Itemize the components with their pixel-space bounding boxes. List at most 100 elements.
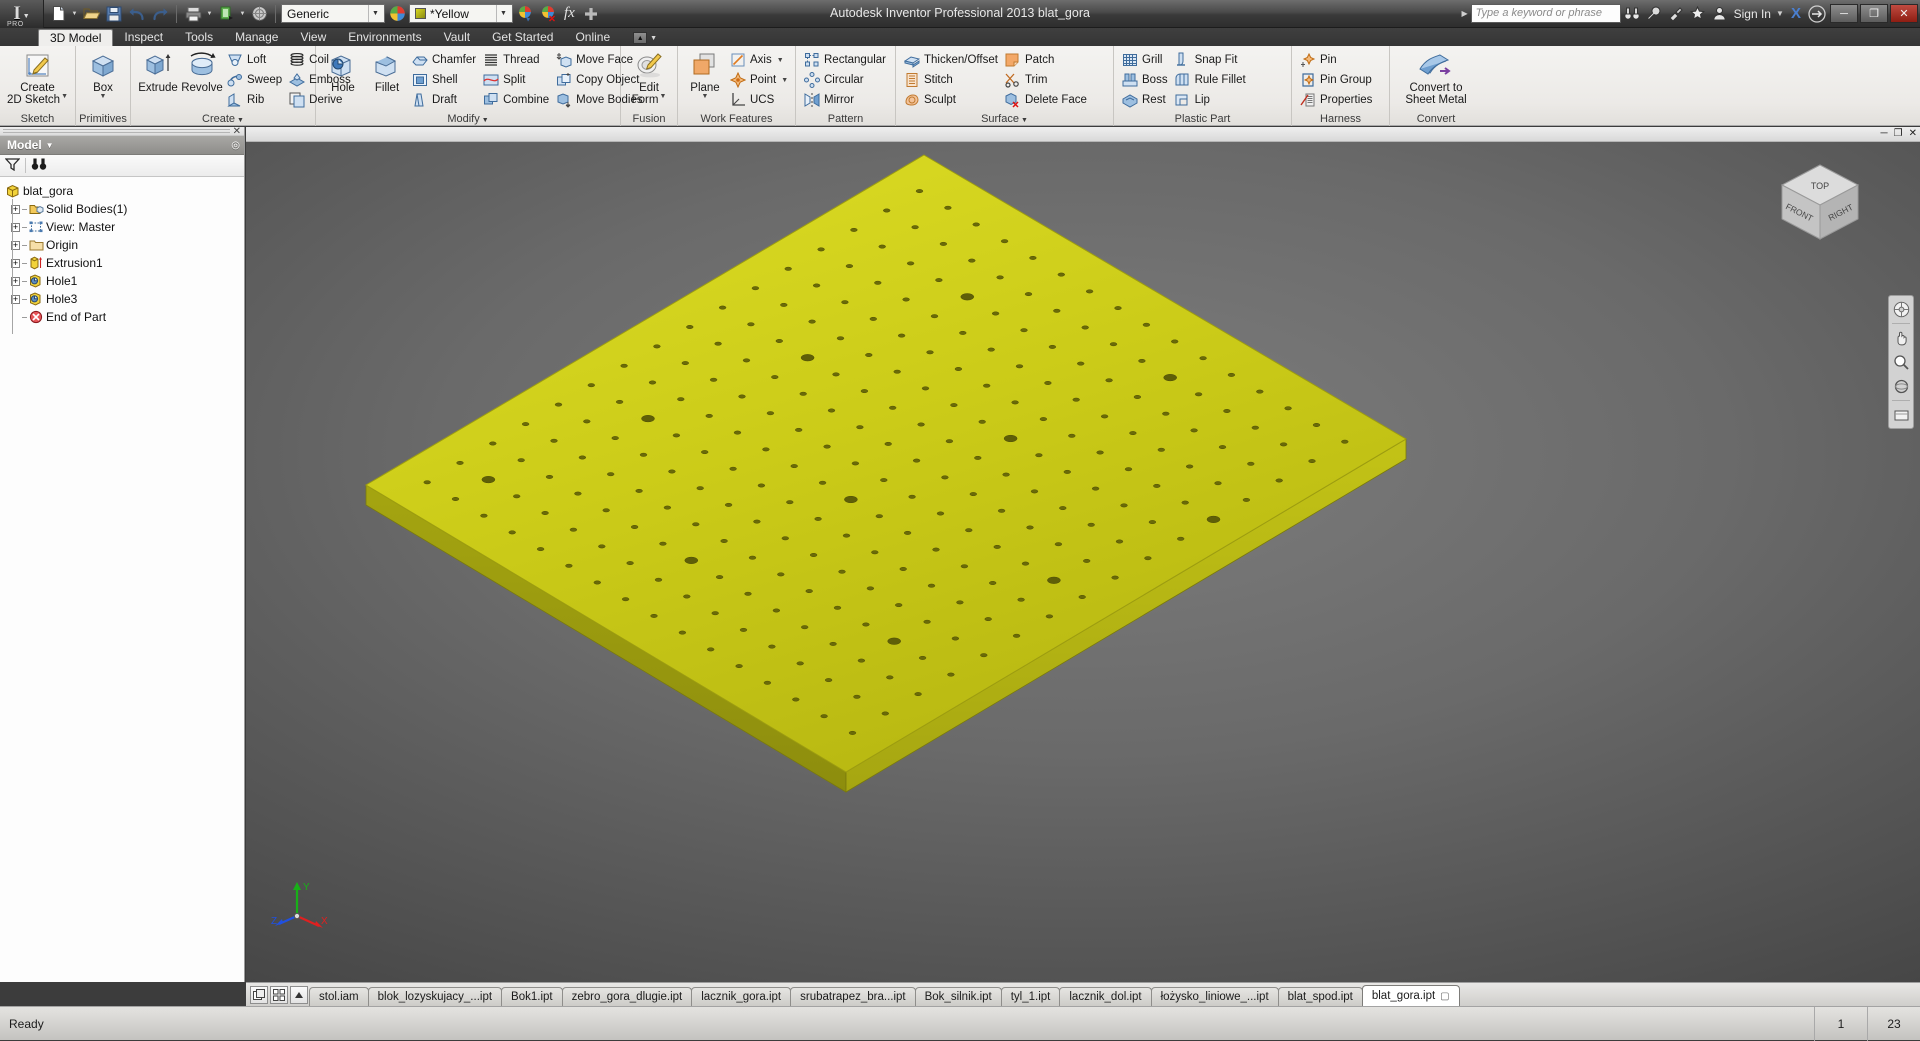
- print-icon[interactable]: [182, 3, 204, 25]
- tree-item-blat-gora[interactable]: blat_gora: [4, 182, 244, 200]
- box-button[interactable]: Box ▼: [81, 49, 125, 100]
- edit-form-button[interactable]: Edit Form ▼: [627, 49, 671, 106]
- chevron-down-icon[interactable]: ▼: [205, 11, 214, 17]
- chevron-down-icon[interactable]: ▼: [777, 57, 784, 64]
- pan-icon[interactable]: [1891, 328, 1911, 348]
- tab-manage[interactable]: Manage: [224, 29, 289, 46]
- create-2d-sketch-button[interactable]: Create 2D Sketch ▼: [5, 49, 70, 106]
- model-perforated-plate[interactable]: [246, 127, 1920, 982]
- customize-plus-icon[interactable]: [580, 3, 602, 25]
- combine-button[interactable]: Combine: [480, 90, 553, 110]
- chevron-down-icon[interactable]: ▼: [482, 117, 489, 124]
- thicken-offset-button[interactable]: Thicken/Offset: [901, 50, 1002, 70]
- delete-face-button[interactable]: Delete Face: [1002, 90, 1091, 110]
- tab-tools[interactable]: Tools: [174, 29, 224, 46]
- tree-item-view-master[interactable]: + View: Master: [4, 218, 244, 236]
- model-tree[interactable]: blat_gora + Solid Bodies(1) + View: Mast…: [0, 177, 244, 982]
- look-at-icon[interactable]: [1891, 405, 1911, 425]
- chamfer-button[interactable]: Chamfer: [409, 50, 480, 70]
- chevron-down-icon[interactable]: ▼: [659, 93, 666, 100]
- tile-windows-icon[interactable]: [250, 986, 268, 1004]
- thread-button[interactable]: Thread: [480, 50, 553, 70]
- sculpt-button[interactable]: Sculpt: [901, 90, 1002, 110]
- material-browser-icon[interactable]: [386, 3, 408, 25]
- doc-tab-blat-spod[interactable]: blat_spod.ipt: [1277, 987, 1363, 1006]
- 3d-viewport[interactable]: ─ ❐ ✕ TOP FRONT RIGHT Y X Z: [246, 127, 1920, 982]
- tab-inspect[interactable]: Inspect: [113, 29, 174, 46]
- boss-button[interactable]: Boss: [1119, 70, 1172, 90]
- chevron-down-icon[interactable]: ▼: [238, 11, 247, 17]
- clear-appearance-icon[interactable]: [537, 3, 559, 25]
- restore-button[interactable]: ❐: [1860, 4, 1888, 23]
- full-navigation-wheel-icon[interactable]: [1891, 299, 1911, 319]
- browser-header[interactable]: Model ▼ ◎: [0, 136, 244, 155]
- mirror-button[interactable]: Mirror: [801, 90, 890, 110]
- close-icon[interactable]: ✕: [233, 126, 241, 137]
- navigation-bar[interactable]: [1888, 295, 1914, 429]
- rectangular-pattern-button[interactable]: Rectangular: [801, 50, 890, 70]
- pin-group-button[interactable]: Pin Group: [1297, 70, 1376, 90]
- open-folder-icon[interactable]: [80, 3, 102, 25]
- minimize-button[interactable]: ─: [1830, 4, 1858, 23]
- loft-button[interactable]: Loft: [224, 50, 286, 70]
- chevron-down-icon[interactable]: ▼: [70, 11, 79, 17]
- tab-environments[interactable]: Environments: [337, 29, 432, 46]
- tab-view[interactable]: View: [289, 29, 337, 46]
- trim-button[interactable]: Trim: [1002, 70, 1091, 90]
- undo-icon[interactable]: [126, 3, 148, 25]
- wrench-icon[interactable]: [1643, 3, 1665, 25]
- filter-icon[interactable]: [4, 157, 21, 174]
- chevron-down-icon[interactable]: ▼: [496, 5, 510, 22]
- tree-item-end-of-part[interactable]: End of Part: [4, 308, 244, 326]
- material-sphere-icon[interactable]: [248, 3, 270, 25]
- browser-help-icon[interactable]: ◎: [231, 140, 240, 151]
- properties-button[interactable]: Properties: [1297, 90, 1376, 110]
- satellite-icon[interactable]: [1665, 3, 1687, 25]
- chevron-down-icon[interactable]: ▼: [61, 93, 68, 100]
- save-icon[interactable]: [103, 3, 125, 25]
- doc-tab-lacznik-gora[interactable]: lacznik_gora.ipt: [691, 987, 792, 1006]
- exchange-icon[interactable]: [1806, 3, 1828, 25]
- browser-grip[interactable]: ✕: [0, 126, 244, 137]
- doc-tab-bok-silnik[interactable]: Bok_silnik.ipt: [914, 987, 1002, 1006]
- doc-tab-blat-gora[interactable]: blat_gora.ipt ▢: [1361, 985, 1460, 1006]
- sweep-button[interactable]: Sweep: [224, 70, 286, 90]
- autodesk-exchange-mark[interactable]: X: [1786, 5, 1806, 22]
- axis-button[interactable]: Axis ▼: [727, 50, 792, 70]
- chevron-down-icon[interactable]: ▼: [781, 77, 788, 84]
- chevron-down-icon[interactable]: ▼: [702, 93, 709, 100]
- chevron-right-icon[interactable]: ▶: [1459, 9, 1471, 18]
- redo-icon[interactable]: [149, 3, 171, 25]
- plane-button[interactable]: Plane ▼: [683, 49, 727, 100]
- pin-button[interactable]: Pin: [1297, 50, 1376, 70]
- star-icon[interactable]: [1687, 3, 1709, 25]
- circular-pattern-button[interactable]: Circular: [801, 70, 890, 90]
- quick-access-toolbar[interactable]: ▼ ▼ ▼ Generic ▼ *Yellow ▼ fx: [44, 0, 605, 28]
- hole-button[interactable]: Hole: [321, 49, 365, 94]
- stitch-button[interactable]: Stitch: [901, 70, 1002, 90]
- chevron-up-icon[interactable]: ▲: [633, 32, 648, 44]
- tab-3d-model[interactable]: 3D Model: [38, 29, 114, 46]
- doc-tab-tyl-1[interactable]: tyl_1.ipt: [1000, 987, 1061, 1006]
- binoculars-icon[interactable]: [31, 157, 47, 174]
- scroll-up-icon[interactable]: [290, 986, 308, 1004]
- adjust-appearance-icon[interactable]: [514, 3, 536, 25]
- doc-tab-zebro-gora-dlugie[interactable]: zebro_gora_dlugie.ipt: [561, 987, 693, 1006]
- tab-vault[interactable]: Vault: [433, 29, 481, 46]
- application-menu-button[interactable]: I PRO ▼: [0, 0, 44, 28]
- view-cube[interactable]: TOP FRONT RIGHT: [1772, 157, 1868, 253]
- chevron-down-icon[interactable]: ▼: [1774, 9, 1786, 18]
- doc-tab-lacznik-dol[interactable]: lacznik_dol.ipt: [1059, 987, 1152, 1006]
- ribbon-minimize-control[interactable]: ▲ ▼: [633, 32, 657, 46]
- orbit-icon[interactable]: [1891, 376, 1911, 396]
- chevron-down-icon[interactable]: ▼: [368, 5, 382, 22]
- appearance-combo[interactable]: *Yellow ▼: [409, 4, 513, 23]
- extrude-button[interactable]: Extrude: [136, 49, 180, 94]
- shell-button[interactable]: Shell: [409, 70, 480, 90]
- snap-fit-button[interactable]: Snap Fit: [1172, 50, 1250, 70]
- tree-item-extrusion1[interactable]: + Extrusion1: [4, 254, 244, 272]
- rib-button[interactable]: Rib: [224, 90, 286, 110]
- ucs-button[interactable]: UCS: [727, 90, 792, 110]
- tab-online[interactable]: Online: [564, 29, 621, 46]
- material-combo[interactable]: Generic ▼: [281, 4, 385, 23]
